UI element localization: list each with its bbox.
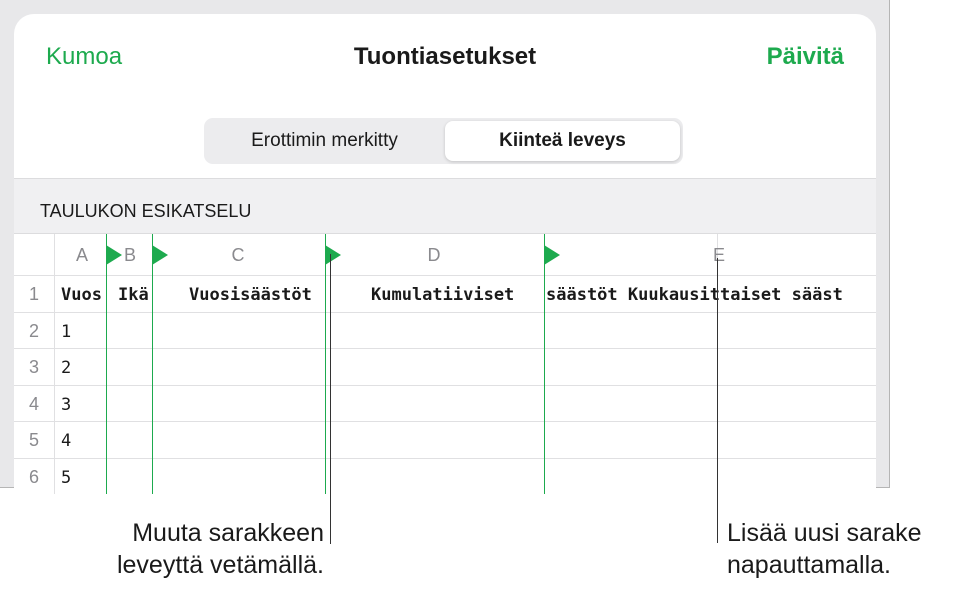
- table-preview-grid: A B C D E 1 2 3 4 5 6 Vuos Ikä Vuosisääs…: [14, 234, 876, 494]
- table-cell: 1: [61, 322, 72, 342]
- segment-delimited[interactable]: Erottimin merkitty: [207, 121, 442, 161]
- segment-fixed-width[interactable]: Kiinteä leveys: [445, 121, 680, 161]
- row-number: 4: [28, 394, 39, 414]
- table-cell: 2: [61, 358, 72, 378]
- callout-line-1: Muuta sarakkeen: [132, 519, 324, 547]
- callout-line-2: leveyttä vetämällä.: [116, 551, 324, 579]
- section-title: TAULUKON ESIKATSELU: [40, 201, 252, 221]
- grid-line: [14, 421, 876, 422]
- callout-line-left: [330, 254, 331, 544]
- table-cell: 4: [61, 431, 72, 451]
- column-header-b: B: [123, 245, 136, 265]
- column-resize-handle-icon[interactable]: [325, 245, 341, 265]
- column-resize-handle-icon[interactable]: [152, 245, 168, 265]
- callout-line-1: Lisää uusi sarake: [727, 519, 922, 547]
- callout-resize-column: Muuta sarakkeen leveyttä vetämällä.: [117, 517, 324, 581]
- header-cell-e: säästöt Kuukausittaiset sääst: [546, 285, 843, 305]
- page-title: Tuontiasetukset: [353, 43, 537, 70]
- grid-line: [14, 312, 876, 313]
- header-cell-a: Vuos: [61, 285, 102, 305]
- row-header-divider: [54, 234, 55, 494]
- column-header-c: C: [231, 245, 245, 265]
- column-boundary[interactable]: [544, 234, 545, 494]
- row-number: 2: [28, 321, 39, 341]
- row-number: 3: [28, 357, 39, 377]
- row-number: 5: [28, 430, 39, 450]
- row-number: 1: [28, 284, 39, 304]
- callout-line-2: napauttamalla.: [727, 551, 892, 579]
- table-cell: 3: [61, 395, 72, 415]
- column-header-e[interactable]: E: [711, 245, 727, 266]
- column-resize-handle-icon[interactable]: [106, 245, 122, 265]
- import-settings-sheet: Kumoa Tuontiasetukset Päivitä Erottimin …: [14, 14, 876, 494]
- header-cell-c: Vuosisäästöt: [189, 285, 312, 305]
- grid-line: [14, 458, 876, 459]
- grid-line: [14, 275, 876, 276]
- column-header-d: D: [427, 245, 441, 265]
- column-header-a: A: [75, 245, 88, 265]
- callout-line-right: [717, 258, 718, 543]
- column-boundary[interactable]: [106, 234, 107, 494]
- dialog-backdrop: Kumoa Tuontiasetukset Päivitä Erottimin …: [0, 0, 890, 494]
- table-cell: 5: [61, 468, 72, 488]
- grid-line: [14, 385, 876, 386]
- column-boundary[interactable]: [152, 234, 153, 494]
- header-cell-d: Kumulatiiviset: [371, 285, 515, 305]
- table-preview-header: TAULUKON ESIKATSELU: [14, 178, 876, 234]
- grid-line: [14, 348, 876, 349]
- row-number: 6: [28, 467, 39, 487]
- update-button[interactable]: Päivitä: [767, 43, 844, 71]
- column-resize-handle-icon[interactable]: [544, 245, 560, 265]
- callout-add-column: Lisää uusi sarake napauttamalla.: [727, 517, 922, 581]
- header-cell-b: Ikä: [118, 285, 149, 305]
- delimiter-mode-control: Erottimin merkitty Kiinteä leveys: [204, 118, 683, 164]
- column-boundary[interactable]: [325, 234, 326, 494]
